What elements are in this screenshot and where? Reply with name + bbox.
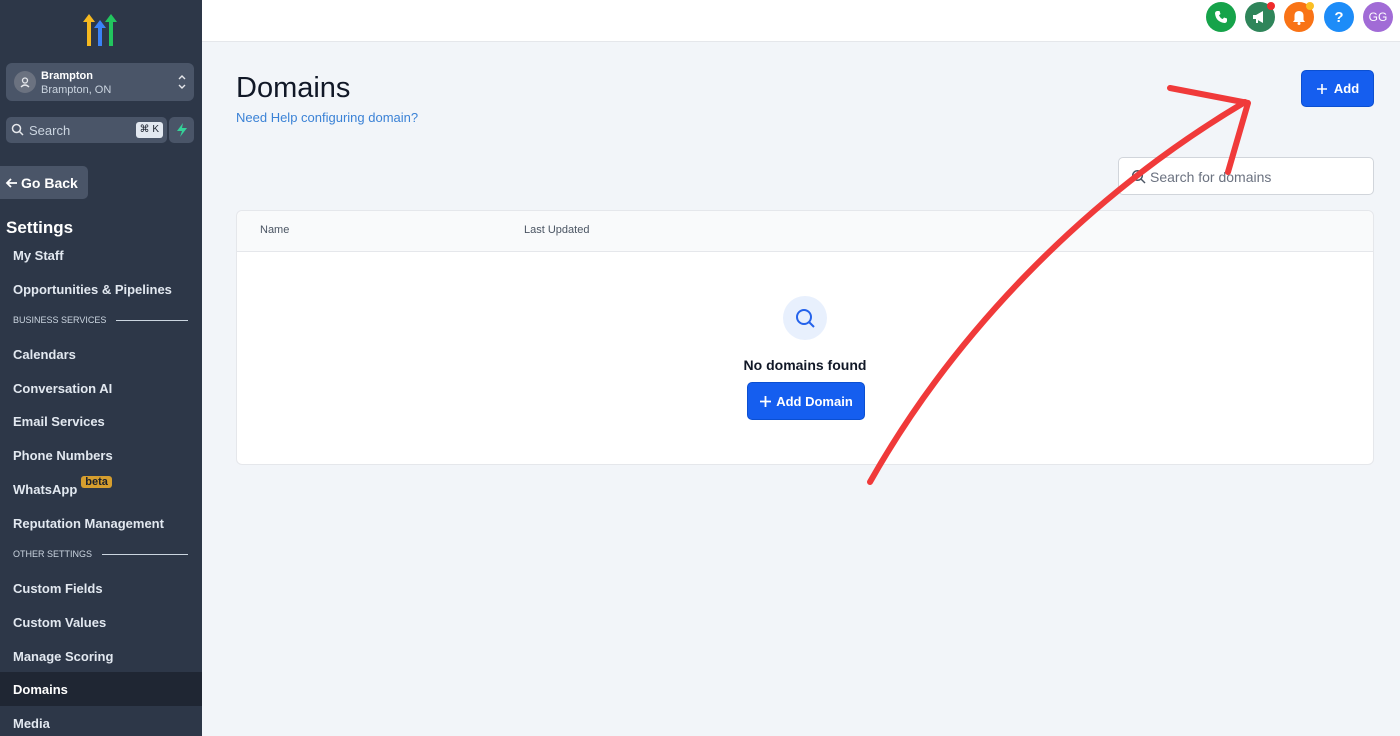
- sidebar-item-media[interactable]: Media: [0, 706, 202, 736]
- location-subtitle: Brampton, ON: [41, 84, 112, 96]
- settings-title: Settings: [6, 218, 74, 237]
- app-logo[interactable]: [80, 10, 120, 48]
- location-icon: [14, 71, 36, 93]
- search-icon: [1131, 169, 1146, 184]
- notification-dot: [1267, 2, 1275, 10]
- empty-search-icon: [783, 296, 827, 340]
- add-button[interactable]: Add: [1301, 70, 1374, 107]
- divider: [102, 553, 188, 555]
- phone-icon: [1215, 11, 1227, 23]
- notifications-button[interactable]: [1284, 2, 1314, 32]
- domain-search-input[interactable]: Search for domains: [1118, 157, 1374, 195]
- sidebar-item-calendars[interactable]: Calendars: [0, 337, 202, 371]
- sidebar-search[interactable]: Search ⌘ K: [6, 117, 167, 143]
- beta-badge: beta: [81, 476, 112, 488]
- chevron-updown-icon: [178, 75, 186, 89]
- column-last-updated[interactable]: Last Updated: [524, 224, 589, 236]
- add-button-label: Add: [1333, 81, 1360, 96]
- question-icon: ?: [1334, 8, 1344, 26]
- top-bar: ? GG: [202, 0, 1400, 42]
- sidebar-item-domains[interactable]: Domains: [0, 672, 202, 706]
- location-name: Brampton: [41, 70, 93, 82]
- notification-dot: [1306, 2, 1314, 10]
- quick-actions-button[interactable]: [169, 117, 194, 143]
- search-shortcut: ⌘ K: [135, 122, 163, 138]
- help-configuring-domain-link[interactable]: Need Help configuring domain?: [236, 110, 418, 125]
- section-other-settings: OTHER SETTINGS: [13, 549, 188, 559]
- column-name[interactable]: Name: [260, 224, 289, 236]
- sidebar: Brampton Brampton, ON Search ⌘ K Go Back…: [0, 0, 202, 736]
- phone-button[interactable]: [1206, 2, 1236, 32]
- domain-search-placeholder: Search for domains: [1150, 169, 1272, 185]
- go-back-button[interactable]: Go Back: [0, 166, 88, 199]
- sidebar-item-email-services[interactable]: Email Services: [0, 404, 202, 438]
- sidebar-item-reputation[interactable]: Reputation Management: [0, 506, 202, 540]
- sidebar-search-placeholder: Search: [29, 123, 71, 138]
- plus-icon: [760, 395, 772, 407]
- section-label: BUSINESS SERVICES: [13, 315, 107, 325]
- table-header: Name Last Updated: [237, 211, 1373, 252]
- bolt-icon: [176, 123, 187, 137]
- sidebar-item-phone-numbers[interactable]: Phone Numbers: [0, 438, 202, 472]
- section-label: OTHER SETTINGS: [13, 549, 93, 559]
- sidebar-item-whatsapp[interactable]: WhatsApp beta: [0, 472, 202, 506]
- sidebar-item-custom-values[interactable]: Custom Values: [0, 605, 202, 639]
- arrow-left-icon: [5, 177, 17, 188]
- help-button[interactable]: ?: [1324, 2, 1354, 32]
- user-avatar[interactable]: GG: [1363, 2, 1393, 32]
- page-title: Domains: [236, 72, 351, 104]
- sidebar-item-conversation-ai[interactable]: Conversation AI: [0, 371, 202, 405]
- empty-state-text: No domains found: [743, 357, 867, 373]
- domains-table: Name Last Updated No domains found Add D…: [236, 210, 1374, 465]
- section-business-services: BUSINESS SERVICES: [13, 315, 188, 325]
- divider: [116, 319, 188, 321]
- go-back-label: Go Back: [21, 174, 78, 191]
- sidebar-item-my-staff[interactable]: My Staff: [0, 238, 202, 272]
- whatsapp-label: WhatsApp: [13, 481, 78, 497]
- plus-icon: [1316, 83, 1327, 94]
- add-domain-label: Add Domain: [776, 393, 853, 409]
- search-icon: [11, 123, 24, 136]
- megaphone-icon: [1253, 11, 1263, 23]
- sidebar-item-opportunities[interactable]: Opportunities & Pipelines: [0, 272, 202, 306]
- add-domain-button[interactable]: Add Domain: [747, 382, 865, 420]
- location-switcher[interactable]: Brampton Brampton, ON: [6, 63, 194, 101]
- sidebar-item-custom-fields[interactable]: Custom Fields: [0, 571, 202, 605]
- sidebar-item-manage-scoring[interactable]: Manage Scoring: [0, 639, 202, 673]
- announcements-button[interactable]: [1245, 2, 1275, 32]
- bell-icon: [1293, 10, 1305, 25]
